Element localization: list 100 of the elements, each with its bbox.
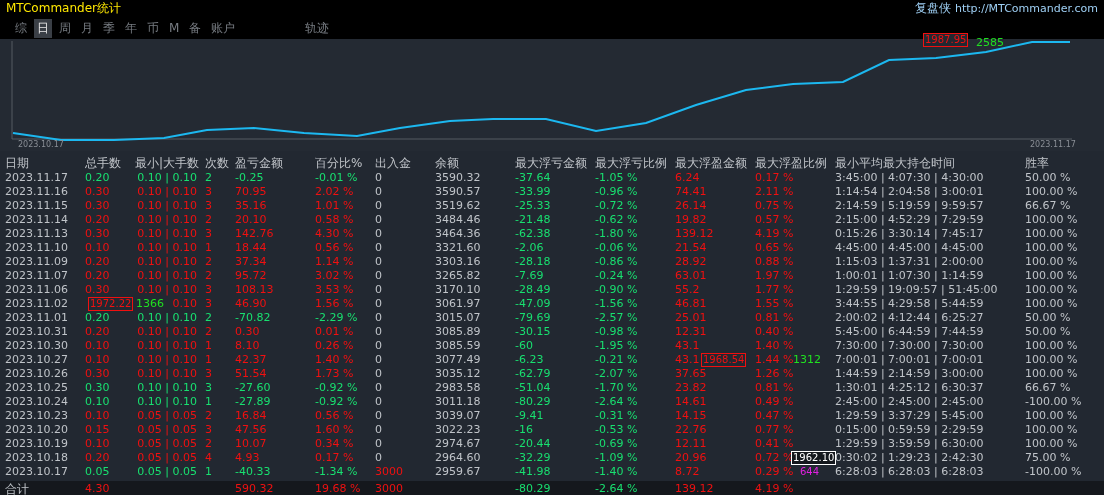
table-cell: 0 xyxy=(375,171,382,185)
table-cell: 55.2 xyxy=(675,283,700,297)
table-cell: 0.10 | 0.10 xyxy=(137,395,197,409)
table-cell: 47.56 xyxy=(235,423,267,437)
table-cell: 1 xyxy=(205,241,212,255)
table-cell: 2023.10.27 xyxy=(5,353,68,367)
table-cell: 1.73 % xyxy=(315,367,354,381)
table-cell: 2023.11.16 xyxy=(5,185,68,199)
table-cell: 0.30 xyxy=(85,367,110,381)
table-cell: 1.97 % xyxy=(755,269,794,283)
table-cell: 1:00:01 | 1:07:30 | 1:14:59 xyxy=(835,269,984,283)
website-link[interactable]: http://MTCommander.com xyxy=(954,2,1098,15)
table-cell: 0.26 % xyxy=(315,339,354,353)
table-cell: -0.96 % xyxy=(595,185,638,199)
period-tab[interactable]: 月 xyxy=(78,18,96,38)
table-cell: -0.31 % xyxy=(595,409,638,423)
table-cell: 3 xyxy=(205,381,212,395)
table-cell: -33.99 xyxy=(515,185,551,199)
table-cell: 0.10 | 0.10 xyxy=(137,353,197,367)
period-tab[interactable]: 轨迹 xyxy=(302,18,333,38)
table-cell: 37.34 xyxy=(235,255,267,269)
table-cell: 139.12 xyxy=(675,227,714,241)
table-cell: 2023.10.30 xyxy=(5,339,68,353)
table-cell: 0.10 | 0.10 xyxy=(137,213,197,227)
period-tab[interactable]: 备 xyxy=(186,18,205,38)
table-cell: 2023.11.15 xyxy=(5,199,68,213)
table-cell: 2023.10.23 xyxy=(5,409,68,423)
table-cell: 1.01 % xyxy=(315,199,354,213)
count-label: 1366 xyxy=(136,298,164,310)
period-tab[interactable]: 账户 xyxy=(208,18,239,38)
table-cell: -1.40 % xyxy=(595,465,638,479)
table-cell: -1.95 % xyxy=(595,339,638,353)
table-cell: 2 xyxy=(205,255,212,269)
table-cell: 1:15:03 | 1:37:31 | 2:00:00 xyxy=(835,255,984,269)
table-cell: 3085.89 xyxy=(435,325,481,339)
table-cell: 42.37 xyxy=(235,353,267,367)
table-cell: 2 xyxy=(205,409,212,423)
table-cell: 0.20 xyxy=(85,269,110,283)
table-cell: 2983.58 xyxy=(435,381,481,395)
table-cell: 2023.11.10 xyxy=(5,241,68,255)
table-cell: 2023.11.02 xyxy=(5,297,68,311)
table-cell: 100.00 % xyxy=(1025,255,1078,269)
period-tab[interactable]: 周 xyxy=(56,18,74,38)
table-cell: 4.30 xyxy=(85,481,110,495)
table-cell: 0.65 % xyxy=(755,241,794,255)
table-cell: 0.10 | 0.10 xyxy=(137,381,197,395)
table-cell: 2959.67 xyxy=(435,465,481,479)
table-cell: -2.29 % xyxy=(315,311,358,325)
table-cell: 3022.23 xyxy=(435,423,481,437)
table-cell: -28.18 xyxy=(515,255,551,269)
table-cell: -62.79 xyxy=(515,367,551,381)
table-cell: 1.40 % xyxy=(315,353,354,367)
period-tab[interactable]: 币 xyxy=(144,18,162,38)
table-cell: 0 xyxy=(375,199,382,213)
table-cell: -100.00 % xyxy=(1025,465,1082,479)
table-cell: 2974.67 xyxy=(435,437,481,451)
table-cell: 1.14 % xyxy=(315,255,354,269)
table-cell: 2 xyxy=(205,325,212,339)
table-cell: 3170.10 xyxy=(435,283,481,297)
table-cell: 0.20 xyxy=(85,255,110,269)
column-header: 最大浮盈金额 xyxy=(675,155,747,171)
table-cell: 2023.11.07 xyxy=(5,269,68,283)
table-cell: 70.95 xyxy=(235,185,267,199)
table-cell: 2:00:02 | 4:12:44 | 6:25:27 xyxy=(835,311,984,325)
table-cell: 0.20 xyxy=(85,325,110,339)
table-cell: 0 xyxy=(375,283,382,297)
table-cell: 2 xyxy=(205,437,212,451)
table-cell: 0 xyxy=(375,213,382,227)
table-cell: 0 xyxy=(375,395,382,409)
table-cell: 0 xyxy=(375,325,382,339)
table-cell: 0.10 | 0.10 xyxy=(137,227,197,241)
period-tab[interactable]: 季 xyxy=(100,18,118,38)
table-cell: 0.29 % xyxy=(755,465,794,479)
table-cell: 2023.10.26 xyxy=(5,367,68,381)
period-tab[interactable]: 年 xyxy=(122,18,140,38)
table-cell: 7:30:00 | 7:30:00 | 7:30:00 xyxy=(835,339,984,353)
count-label: 644 xyxy=(800,466,820,478)
period-tab[interactable]: 日 xyxy=(34,18,52,38)
column-header: 最大浮亏金额 xyxy=(515,155,587,171)
table-cell: 1 xyxy=(205,395,212,409)
table-cell: 0.47 % xyxy=(755,409,794,423)
table-cell: 66.67 % xyxy=(1025,199,1071,213)
period-tab[interactable]: 综 xyxy=(12,18,30,38)
table-cell: -1.05 % xyxy=(595,171,638,185)
table-cell: -80.29 xyxy=(515,481,551,495)
table-cell: 4:45:00 | 4:45:00 | 4:45:00 xyxy=(835,241,984,255)
table-cell: -0.92 % xyxy=(315,395,358,409)
table-cell: 3039.07 xyxy=(435,409,481,423)
table-cell: 3265.82 xyxy=(435,269,481,283)
table-cell: 100.00 % xyxy=(1025,227,1078,241)
table-cell: 2:45:00 | 2:45:00 | 2:45:00 xyxy=(835,395,984,409)
table-cell: 0.10 | 0.10 xyxy=(137,339,197,353)
period-tab[interactable]: M xyxy=(166,20,183,36)
table-cell: 4.19 % xyxy=(755,481,794,495)
table-cell: 46.81 xyxy=(675,297,707,311)
column-header: 出入金 xyxy=(375,155,411,171)
table-cell: 8.10 xyxy=(235,339,260,353)
table-cell: 100.00 % xyxy=(1025,437,1078,451)
table-cell: -28.49 xyxy=(515,283,551,297)
table-cell: 3035.12 xyxy=(435,367,481,381)
